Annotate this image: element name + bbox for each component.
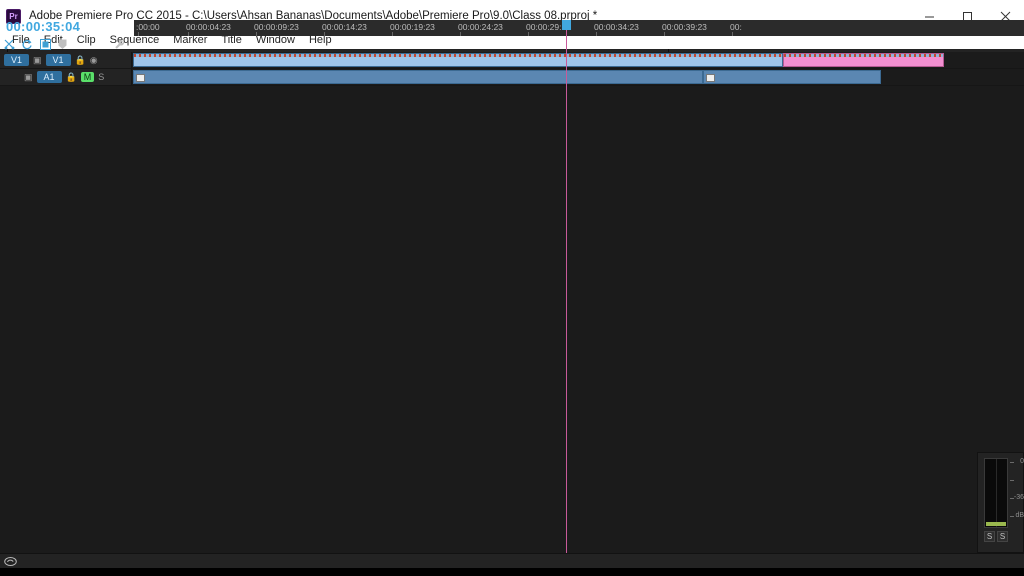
timeline-ruler[interactable]: :00:00 00:00:04:23 00:00:09:23 00:00:14:… [134, 20, 1024, 36]
clip-keyframe-strip [134, 54, 783, 57]
source-track-indicator-v1[interactable]: V1 [4, 54, 30, 66]
meter-solo-button-right[interactable]: S [997, 531, 1008, 542]
meter-scale-label: 0 [1020, 458, 1024, 465]
linked-selection-icon[interactable] [22, 39, 33, 50]
track-area-a1[interactable] [133, 69, 1024, 85]
timeline-tracks: V1 ▣ V1 🔒 ◉ ▣ A1 🔒 M S [0, 52, 1024, 576]
track-output-toggle-icon[interactable]: ◉ [90, 55, 98, 66]
timeline-control-icons [4, 37, 130, 52]
track-header-v1[interactable]: V1 ▣ V1 🔒 ◉ [0, 52, 132, 68]
track-solo-button[interactable]: S [98, 72, 104, 82]
audio-meter-scale: 0 -36 dB [1010, 458, 1024, 528]
timeline-playhead-timecode[interactable]: 00:00:35:04 [6, 19, 80, 34]
ruler-tick: 00:00:34:23 [594, 22, 639, 32]
status-bar [0, 553, 1024, 568]
track-mute-button[interactable]: M [80, 72, 95, 82]
snap-toggle-icon[interactable] [4, 39, 15, 50]
meter-solo-button-left[interactable]: S [984, 531, 995, 542]
track-header-a1[interactable]: ▣ A1 🔒 M S [0, 69, 132, 85]
track-area-v1[interactable] [133, 52, 1024, 68]
clip-thumbnail-icon [706, 74, 716, 82]
ruler-tick: 00:00:24:23 [458, 22, 503, 32]
target-track-a1[interactable]: A1 [36, 71, 62, 83]
audio-meters-panel: 0 -36 dB S S [977, 452, 1024, 553]
ruler-tick: 00:00:39:23 [662, 22, 707, 32]
meter-level-indicator [986, 522, 1006, 526]
audio-meter-bars[interactable] [984, 458, 1008, 528]
timeline-settings-wrench-icon[interactable] [114, 39, 126, 51]
timeline-clip-audio[interactable] [703, 70, 882, 84]
meter-scale-label: dB [1015, 512, 1024, 519]
ruler-tick: 00:00:04:23 [186, 22, 231, 32]
sync-lock-icon[interactable]: ▣ [24, 72, 33, 83]
ruler-tick: 00: [730, 22, 742, 32]
bottom-letterbox [0, 568, 1024, 576]
marker-overlay-icon[interactable] [40, 39, 51, 50]
meter-channel-separator [996, 459, 997, 527]
ruler-tick: :00:00 [136, 22, 160, 32]
target-track-v1[interactable]: V1 [45, 54, 71, 66]
timeline-clip-audio[interactable] [133, 70, 704, 84]
timeline-clip-video[interactable] [133, 53, 784, 67]
timeline-add-marker-icon[interactable] [58, 39, 67, 50]
clip-thumbnail-icon [136, 74, 145, 82]
clip-keyframe-strip [784, 54, 943, 57]
audio-meter-solo-buttons: S S [984, 531, 1008, 542]
timeline-track-v1: V1 ▣ V1 🔒 ◉ [0, 52, 1024, 69]
track-lock-icon[interactable]: 🔒 [75, 55, 86, 66]
timeline-clip-graphic[interactable] [783, 53, 944, 67]
meter-scale-label: -36 [1013, 494, 1024, 501]
timeline-track-a1: ▣ A1 🔒 M S [0, 69, 1024, 86]
ruler-tick: 00:00:14:23 [322, 22, 367, 32]
ruler-tick: 00:00:09:23 [254, 22, 299, 32]
premiere-pro-window: Pr Adobe Premiere Pro CC 2015 - C:\Users… [0, 0, 1024, 576]
cloud-sync-icon[interactable] [4, 556, 17, 566]
track-lock-icon[interactable]: 🔒 [66, 72, 77, 83]
timeline-playhead[interactable] [566, 20, 567, 576]
sync-lock-icon[interactable]: ▣ [33, 55, 42, 66]
timeline-playhead-handle[interactable] [562, 20, 571, 30]
ruler-tick: 00:00:19:23 [390, 22, 435, 32]
